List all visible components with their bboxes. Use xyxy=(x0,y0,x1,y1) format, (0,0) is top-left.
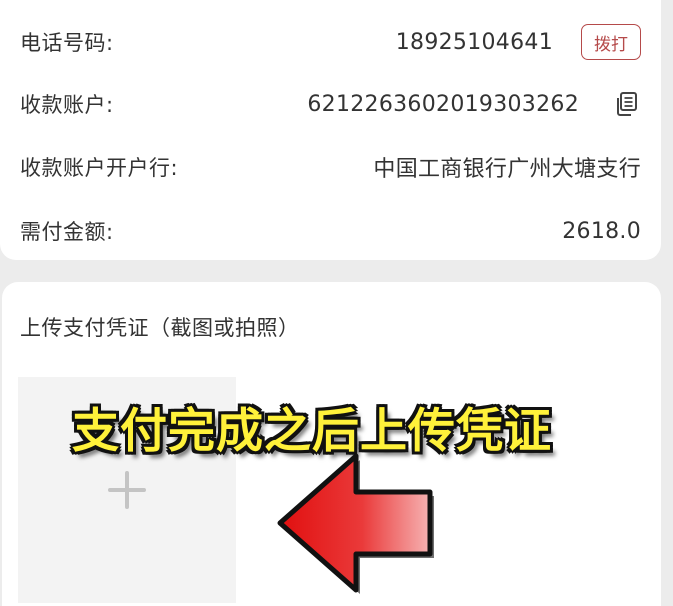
account-label: 收款账户: xyxy=(20,93,114,117)
dial-button[interactable]: 拨打 xyxy=(581,24,641,60)
amount-value: 2618.0 xyxy=(562,218,641,244)
account-value-group: 6212263602019303262 xyxy=(307,90,641,118)
payment-info-card: 电话号码: 18925104641 拨打 收款账户: 6212263602019… xyxy=(0,0,661,260)
left-arrow-icon xyxy=(272,448,444,598)
bank-row: 收款账户开户行: 中国工商银行广州大塘支行 xyxy=(20,147,641,187)
phone-label: 电话号码: xyxy=(20,31,114,55)
phone-value-group: 18925104641 拨打 xyxy=(396,24,641,60)
copy-icon[interactable] xyxy=(613,90,641,118)
phone-number: 18925104641 xyxy=(395,29,553,55)
account-row: 收款账户: 6212263602019303262 xyxy=(20,84,641,124)
bank-name: 中国工商银行广州大塘支行 xyxy=(373,157,641,182)
bank-label: 收款账户开户行: xyxy=(20,156,179,180)
payment-screen: 电话号码: 18925104641 拨打 收款账户: 6212263602019… xyxy=(0,0,673,606)
upload-title: 上传支付凭证（截图或拍照） xyxy=(20,316,300,340)
amount-row: 需付金额: 2618.0 xyxy=(20,211,641,251)
plus-icon xyxy=(104,467,150,513)
account-number: 6212263602019303262 xyxy=(307,91,579,117)
amount-label: 需付金额: xyxy=(20,220,114,244)
phone-row: 电话号码: 18925104641 拨打 xyxy=(20,22,641,62)
